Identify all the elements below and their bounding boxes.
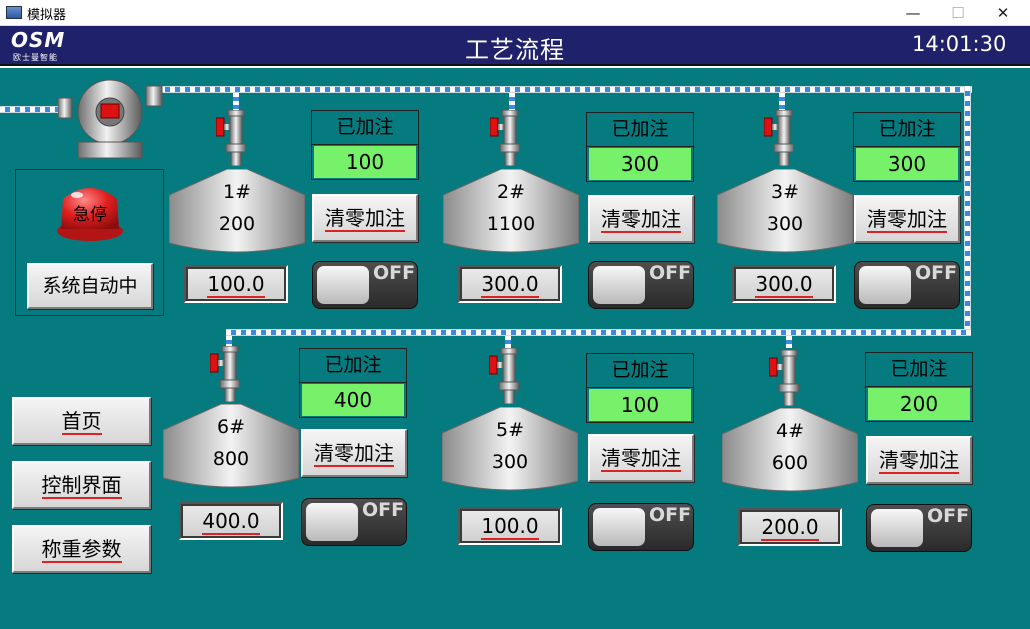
pump-icon: [58, 79, 163, 159]
clear-filling-button[interactable]: 清零加注: [854, 195, 960, 243]
nav-control-button[interactable]: 控制界面: [12, 461, 151, 509]
valve-icon[interactable]: [490, 110, 520, 166]
filled-title: 已加注: [866, 353, 972, 387]
filled-value: 200: [868, 388, 970, 420]
filled-title: 已加注: [854, 113, 960, 147]
toggle-state-label: OFF: [926, 505, 970, 527]
tank-level: 800: [212, 448, 250, 470]
clear-filling-button[interactable]: 清零加注: [312, 194, 418, 242]
tank-level: 300: [491, 451, 529, 473]
toggle-state-label: OFF: [648, 504, 692, 526]
nav-weighing-params-button[interactable]: 称重参数: [12, 525, 151, 573]
toggle-state-label: OFF: [361, 499, 405, 521]
filled-value: 300: [856, 148, 958, 180]
filled-value: 400: [302, 384, 404, 416]
toggle-knob: [593, 266, 645, 304]
valve-icon[interactable]: [216, 110, 246, 166]
clear-filling-button[interactable]: 清零加注: [588, 195, 694, 243]
pipe-stub: [509, 93, 515, 111]
filled-title: 已加注: [300, 349, 406, 383]
page-title: 工艺流程: [465, 36, 565, 64]
toggle-knob: [317, 266, 369, 304]
filled-value: 100: [589, 389, 691, 421]
toggle-state-label: OFF: [648, 262, 692, 284]
weight-input[interactable]: 300.0: [458, 265, 562, 303]
minimize-button[interactable]: —: [890, 2, 936, 24]
clear-filling-button[interactable]: 清零加注: [866, 436, 972, 484]
toggle-state-label: OFF: [914, 262, 958, 284]
pipe-stub: [233, 93, 239, 111]
filled-value: 300: [589, 148, 691, 180]
close-button[interactable]: ✕: [980, 2, 1026, 24]
weight-input[interactable]: 400.0: [179, 502, 283, 540]
toggle-state-label: OFF: [372, 262, 416, 284]
filling-toggle-switch[interactable]: OFF: [866, 504, 972, 552]
filled-display: 已加注 100: [311, 110, 419, 180]
tank-name: 6#: [216, 416, 245, 438]
pipe-stub: [779, 93, 785, 111]
filled-display: 已加注 300: [853, 112, 961, 182]
toggle-knob: [593, 508, 645, 546]
pipe-stub: [786, 336, 792, 348]
tank-name: 1#: [222, 181, 251, 203]
filling-toggle-switch[interactable]: OFF: [854, 261, 960, 309]
filled-display: 已加注 400: [299, 348, 407, 418]
window-titlebar: [0, 0, 1030, 26]
filling-toggle-switch[interactable]: OFF: [301, 498, 407, 546]
valve-icon[interactable]: [764, 110, 794, 166]
app-icon: [6, 6, 22, 19]
weight-input[interactable]: 100.0: [184, 265, 288, 303]
weight-input[interactable]: 200.0: [738, 508, 842, 546]
tank-name: 4#: [775, 420, 804, 442]
window-title: 模拟器: [27, 8, 67, 23]
tank-level: 200: [218, 213, 256, 235]
filled-title: 已加注: [587, 113, 693, 147]
clear-filling-button[interactable]: 清零加注: [588, 434, 694, 482]
filled-display: 已加注 100: [586, 353, 694, 423]
pipe-stub: [505, 336, 511, 348]
pipe-middle: [226, 329, 971, 336]
filled-display: 已加注 300: [586, 112, 694, 182]
pipe-right: [964, 86, 971, 336]
valve-icon[interactable]: [769, 350, 799, 406]
filled-title: 已加注: [587, 354, 693, 388]
filled-value: 100: [314, 146, 416, 178]
weight-input[interactable]: 100.0: [458, 507, 562, 545]
auto-mode-button[interactable]: 系统自动中: [27, 263, 153, 309]
maximize-button[interactable]: ☐: [935, 2, 981, 24]
filling-toggle-switch[interactable]: OFF: [588, 503, 694, 551]
toggle-knob: [306, 503, 358, 541]
toggle-knob: [859, 266, 911, 304]
filling-toggle-switch[interactable]: OFF: [312, 261, 418, 309]
valve-icon[interactable]: [210, 346, 240, 402]
valve-icon[interactable]: [489, 348, 519, 404]
filled-title: 已加注: [312, 111, 418, 145]
tank-level: 300: [766, 213, 804, 235]
weight-input[interactable]: 300.0: [732, 265, 836, 303]
pipe-top: [160, 86, 972, 93]
toggle-knob: [871, 509, 923, 547]
tank-level: 1100: [486, 213, 536, 235]
clock: 14:01:30: [912, 32, 1007, 56]
filled-display: 已加注 200: [865, 352, 973, 422]
emergency-stop-label: 急停: [73, 205, 107, 225]
tank-name: 2#: [496, 181, 525, 203]
tank-level: 600: [771, 452, 809, 474]
clear-filling-button[interactable]: 清零加注: [301, 429, 407, 477]
tank-name: 5#: [495, 419, 524, 441]
nav-home-button[interactable]: 首页: [12, 397, 151, 445]
filling-toggle-switch[interactable]: OFF: [588, 261, 694, 309]
tank-name: 3#: [770, 181, 799, 203]
